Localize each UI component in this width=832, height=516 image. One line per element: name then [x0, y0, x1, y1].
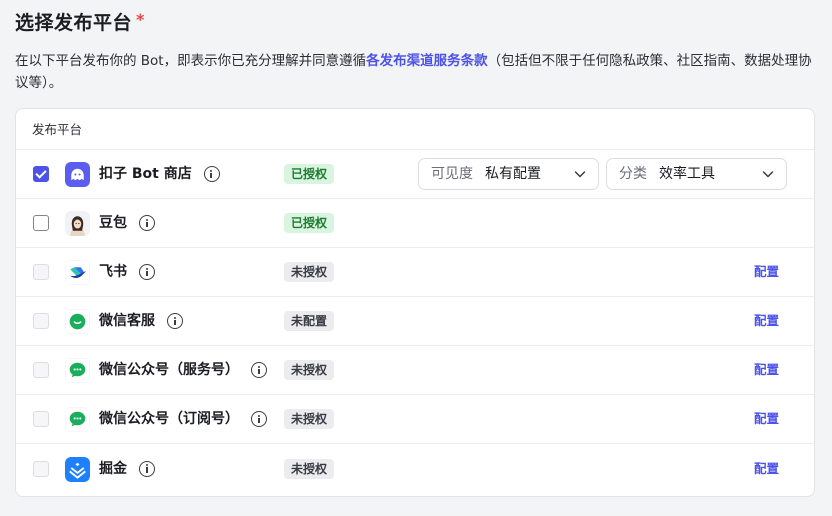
- platform-name-text: 微信公众号（订阅号）: [99, 411, 239, 427]
- page-title-text: 选择发布平台: [15, 12, 133, 34]
- wechat-logo: [65, 407, 90, 432]
- status-badge: 未授权: [284, 262, 335, 282]
- info-icon[interactable]: [251, 411, 267, 427]
- configure-link-wechat-subscription[interactable]: 配置: [754, 409, 779, 429]
- table-header: 发布平台: [16, 109, 814, 150]
- checkbox-juejin[interactable]: [33, 460, 49, 477]
- platform-table: 发布平台 扣子 Bot 商店 已授权 可见度 私有配置 分类 效率工具 豆包 已授权: [15, 108, 815, 497]
- platform-name-text: 扣子 Bot 商店: [99, 166, 192, 182]
- chevron-down-icon: [762, 171, 774, 178]
- info-icon[interactable]: [203, 166, 220, 182]
- platform-row-coze-store: 扣子 Bot 商店 已授权 可见度 私有配置 分类 效率工具: [16, 150, 814, 199]
- platform-name-text: 微信客服: [99, 313, 155, 329]
- wechat-logo: [65, 309, 90, 334]
- platform-row-feishu: 飞书 未授权 配置: [16, 248, 814, 297]
- visibility-value: 私有配置: [485, 166, 541, 182]
- checkbox-wechat-kf[interactable]: [33, 313, 49, 329]
- visibility-label: 可见度: [431, 166, 473, 182]
- platform-name: 飞书: [99, 262, 155, 282]
- terms-text-before: 在以下平台发布你的 Bot，即表示你已充分理解并同意遵循: [15, 53, 367, 69]
- platform-row-doubao: 豆包 已授权: [16, 199, 814, 248]
- checkbox-wechat-service[interactable]: [33, 362, 49, 378]
- chevron-down-icon: [574, 171, 586, 178]
- status-badge: 已授权: [284, 164, 335, 184]
- platform-row-wechat-kf: 微信客服 未配置 配置: [16, 297, 814, 346]
- configure-link-wechat-kf[interactable]: 配置: [754, 311, 779, 331]
- doubao-logo: [65, 211, 90, 236]
- visibility-select[interactable]: 可见度 私有配置: [418, 158, 599, 190]
- terms-link[interactable]: 各发布渠道服务条款: [366, 53, 488, 69]
- platform-row-juejin: 掘金 未授权 配置: [16, 444, 814, 493]
- platform-name-text: 飞书: [99, 264, 127, 280]
- platform-name: 扣子 Bot 商店: [99, 164, 220, 184]
- category-value: 效率工具: [659, 166, 715, 182]
- category-label: 分类: [619, 166, 647, 182]
- platform-row-wechat-subscription: 微信公众号（订阅号） 未授权 配置: [16, 395, 814, 444]
- required-mark: *: [136, 10, 145, 29]
- platform-row-wechat-service: 微信公众号（服务号） 未授权 配置: [16, 346, 814, 395]
- info-icon[interactable]: [251, 362, 267, 378]
- status-badge: 未配置: [284, 311, 335, 331]
- checkbox-doubao[interactable]: [33, 215, 49, 231]
- terms-description: 在以下平台发布你的 Bot，即表示你已充分理解并同意遵循各发布渠道服务条款（包括…: [15, 50, 815, 94]
- info-icon[interactable]: [139, 460, 155, 477]
- status-badge: 未授权: [284, 409, 335, 429]
- platform-name: 微信客服: [99, 311, 183, 331]
- checkbox-wechat-subscription[interactable]: [33, 411, 49, 427]
- configure-link-feishu[interactable]: 配置: [754, 262, 779, 282]
- platform-name: 微信公众号（订阅号）: [99, 409, 267, 429]
- configure-link-juejin[interactable]: 配置: [754, 459, 779, 479]
- info-icon[interactable]: [139, 264, 155, 280]
- checkbox-coze-store[interactable]: [33, 166, 49, 182]
- feishu-logo: [65, 260, 90, 285]
- coze-store-logo: [65, 162, 90, 187]
- category-select[interactable]: 分类 效率工具: [606, 158, 787, 190]
- page-title: 选择发布平台 *: [15, 8, 145, 35]
- juejin-logo: [65, 456, 90, 482]
- platform-name-text: 微信公众号（服务号）: [99, 362, 239, 378]
- checkbox-feishu[interactable]: [33, 264, 49, 280]
- configure-link-wechat-service[interactable]: 配置: [754, 360, 779, 380]
- platform-name: 微信公众号（服务号）: [99, 360, 267, 380]
- wechat-logo: [65, 358, 90, 383]
- platform-name-text: 豆包: [99, 215, 127, 231]
- platform-name: 豆包: [99, 213, 155, 233]
- info-icon[interactable]: [139, 215, 155, 231]
- platform-name-text: 掘金: [99, 460, 127, 477]
- platform-name: 掘金: [99, 459, 155, 479]
- status-badge: 未授权: [284, 360, 335, 380]
- status-badge: 未授权: [284, 458, 335, 479]
- status-badge: 已授权: [284, 213, 335, 233]
- info-icon[interactable]: [167, 313, 183, 329]
